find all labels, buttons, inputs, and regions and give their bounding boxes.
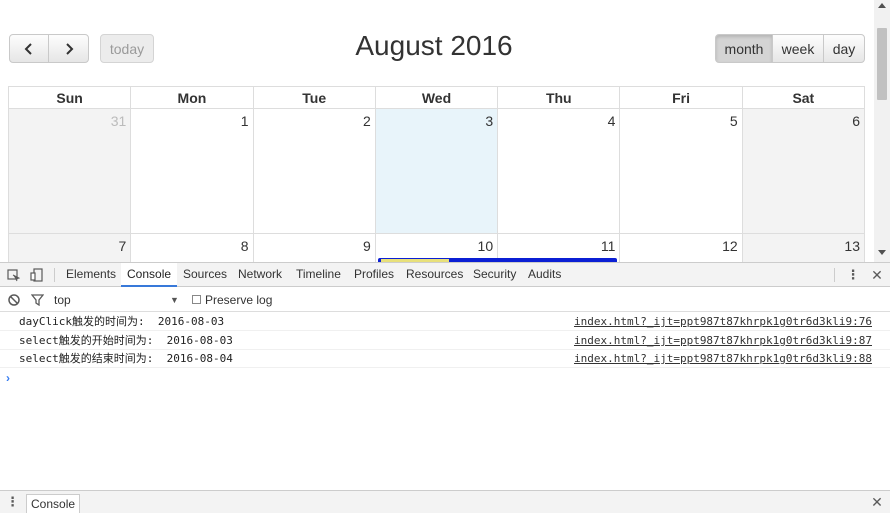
context-select[interactable]: top bbox=[54, 288, 71, 312]
filter-icon[interactable] bbox=[30, 288, 44, 314]
tab-sources[interactable]: Sources bbox=[177, 263, 233, 287]
day-cell[interactable]: 12 bbox=[619, 233, 743, 262]
day-cell-today[interactable]: 3 bbox=[374, 108, 499, 234]
day-cell[interactable]: 1 bbox=[130, 108, 254, 234]
chevron-left-icon bbox=[24, 42, 32, 55]
today-button[interactable]: today bbox=[100, 34, 154, 63]
console-message: select触发的结束时间为: 2016-08-04 index.html?_i… bbox=[0, 350, 890, 368]
kebab-menu-icon[interactable]: ⋮ bbox=[846, 263, 860, 287]
day-cell[interactable]: 2 bbox=[252, 108, 376, 234]
chevron-right-icon bbox=[65, 42, 73, 55]
tab-resources[interactable]: Resources bbox=[400, 263, 469, 287]
console-message-text: select触发的结束时间为: 2016-08-04 bbox=[19, 352, 233, 365]
drawer-tab-console[interactable]: Console bbox=[26, 494, 81, 513]
dropdown-arrow-icon[interactable]: ▼ bbox=[170, 288, 179, 312]
day-cell[interactable]: 4 bbox=[497, 108, 621, 234]
scrollbar-thumb[interactable] bbox=[877, 28, 887, 100]
weekday-header: Wed bbox=[374, 86, 499, 109]
day-cell[interactable]: 7 bbox=[7, 233, 132, 262]
tab-profiles[interactable]: Profiles bbox=[348, 263, 400, 287]
prev-month-button[interactable] bbox=[9, 34, 49, 63]
week-row: 31 1 2 3 4 5 6 bbox=[7, 108, 866, 234]
day-cell[interactable]: 31 bbox=[7, 108, 132, 234]
console-toolbar: top ▼ Preserve log bbox=[0, 288, 890, 312]
drawer-menu-icon[interactable]: ⋮ bbox=[6, 490, 19, 514]
vertical-scrollbar[interactable] bbox=[874, 0, 890, 262]
drawer-toolbar: ⋮ Console ✕ bbox=[0, 490, 890, 513]
weekday-header: Fri bbox=[619, 86, 743, 109]
weekday-header: Tue bbox=[252, 86, 376, 109]
day-cell[interactable]: 6 bbox=[741, 108, 866, 234]
console-message-text: dayClick触发的时间为: 2016-08-03 bbox=[19, 315, 225, 328]
console-source-link[interactable]: index.html?_ijt=ppt987t87khrpk1g0tr6d3kl… bbox=[574, 332, 872, 350]
next-month-button[interactable] bbox=[48, 34, 89, 63]
console-message-text: select触发的开始时间为: 2016-08-03 bbox=[19, 334, 233, 347]
tab-console[interactable]: Console bbox=[121, 263, 178, 287]
console-message: dayClick触发的时间为: 2016-08-03 index.html?_i… bbox=[0, 313, 890, 331]
toolbar-divider bbox=[834, 268, 835, 282]
scroll-down-arrow-icon[interactable] bbox=[878, 250, 886, 255]
preserve-log-checkbox[interactable] bbox=[192, 295, 201, 304]
drawer-close-icon[interactable]: ✕ bbox=[870, 490, 884, 514]
tab-timeline[interactable]: Timeline bbox=[290, 263, 347, 287]
console-source-link[interactable]: index.html?_ijt=ppt987t87khrpk1g0tr6d3kl… bbox=[574, 350, 872, 368]
month-view-button[interactable]: month bbox=[715, 34, 773, 63]
devtools-panel: Elements Console Sources Network Timelin… bbox=[0, 262, 890, 513]
day-cell[interactable]: 9 bbox=[252, 233, 376, 262]
calendar-title: August 2016 bbox=[355, 30, 513, 61]
day-view-button[interactable]: day bbox=[823, 34, 865, 63]
close-icon[interactable]: ✕ bbox=[870, 263, 884, 287]
tab-elements[interactable]: Elements bbox=[60, 263, 122, 287]
month-grid: Sun Mon Tue Wed Thu Fri Sat 31 1 2 3 4 5… bbox=[7, 86, 866, 262]
console-message: select触发的开始时间为: 2016-08-03 index.html?_i… bbox=[0, 332, 890, 350]
preserve-log-label: Preserve log bbox=[205, 293, 273, 307]
calendar-viewport: today August 2016 month week day Sun Mon… bbox=[0, 0, 890, 262]
weekday-header: Thu bbox=[497, 86, 621, 109]
tab-network[interactable]: Network bbox=[232, 263, 288, 287]
day-cell[interactable]: 13 bbox=[741, 233, 866, 262]
weekday-header: Mon bbox=[130, 86, 254, 109]
day-cell[interactable]: 8 bbox=[130, 233, 254, 262]
scroll-up-arrow-icon[interactable] bbox=[878, 3, 886, 8]
devtools-tabbar: Elements Console Sources Network Timelin… bbox=[0, 263, 890, 287]
console-prompt[interactable]: › bbox=[6, 371, 10, 385]
inspect-element-icon[interactable] bbox=[5, 263, 21, 290]
tab-audits[interactable]: Audits bbox=[522, 263, 567, 287]
week-view-button[interactable]: week bbox=[772, 34, 824, 63]
device-mode-icon[interactable] bbox=[29, 263, 45, 290]
tab-security[interactable]: Security bbox=[467, 263, 522, 287]
console-source-link[interactable]: index.html?_ijt=ppt987t87khrpk1g0tr6d3kl… bbox=[574, 313, 872, 331]
clear-console-icon[interactable] bbox=[7, 288, 21, 314]
toolbar-divider bbox=[54, 268, 55, 282]
weekday-header: Sat bbox=[741, 86, 866, 109]
weekday-header: Sun bbox=[7, 86, 132, 109]
weekday-header-row: Sun Mon Tue Wed Thu Fri Sat bbox=[7, 86, 866, 109]
day-cell[interactable]: 5 bbox=[619, 108, 743, 234]
